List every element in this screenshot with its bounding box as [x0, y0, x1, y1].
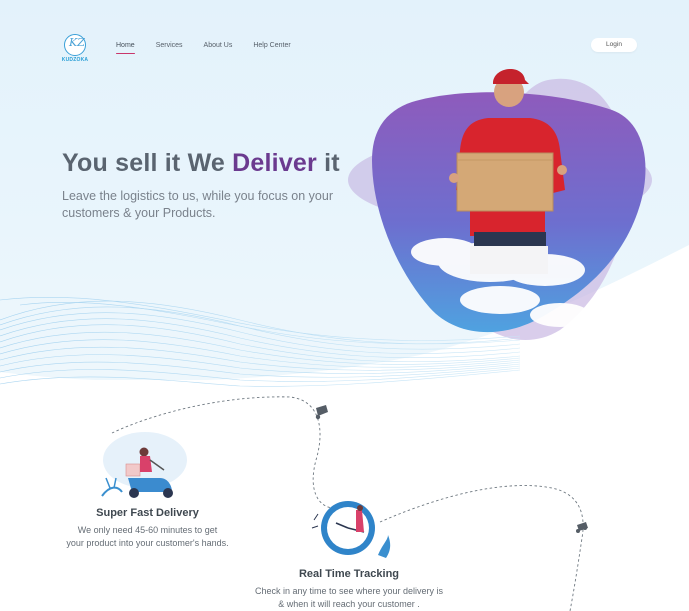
hero-title: You sell it We Deliver it — [62, 149, 340, 178]
logo[interactable]: KZ KUDZOKA — [60, 34, 90, 63]
main-nav: Home Services About Us Help Center — [116, 42, 312, 54]
nav-item-about-us[interactable]: About Us — [204, 42, 233, 49]
feature-desc-line: Check in any time to see where your deli… — [254, 586, 444, 596]
logo-name: KUDZOKA — [61, 57, 89, 63]
logo-mark-icon: KZ — [64, 34, 86, 56]
feature-desc-line: & when it will reach your customer . — [278, 599, 420, 609]
nav-item-services[interactable]: Services — [156, 42, 183, 49]
hero-title-part2: it — [316, 149, 340, 177]
feature-description: Check in any time to see where your deli… — [235, 585, 463, 611]
feature-title: Super Fast Delivery — [96, 507, 199, 519]
hero-title-accent: Deliver — [232, 149, 317, 177]
login-button[interactable]: Login — [591, 38, 637, 52]
feature-title: Real Time Tracking — [298, 568, 400, 580]
nav-item-help-center[interactable]: Help Center — [253, 42, 290, 49]
feature-real-time-tracking: Real Time Tracking Check in any time to … — [235, 568, 463, 611]
hero-subtitle: Leave the logistics to us, while you foc… — [62, 189, 333, 220]
nav-item-home[interactable]: Home — [116, 42, 135, 54]
hero-title-part1: You sell it We — [62, 149, 233, 177]
feature-desc-line: We only need 45-60 minutes to get — [77, 525, 218, 535]
feature-description: We only need 45-60 minutes to get your p… — [55, 524, 240, 550]
feature-fast-delivery: Super Fast Delivery We only need 45-60 m… — [55, 507, 240, 550]
feature-desc-line: your product into your customer's hands. — [66, 538, 229, 548]
